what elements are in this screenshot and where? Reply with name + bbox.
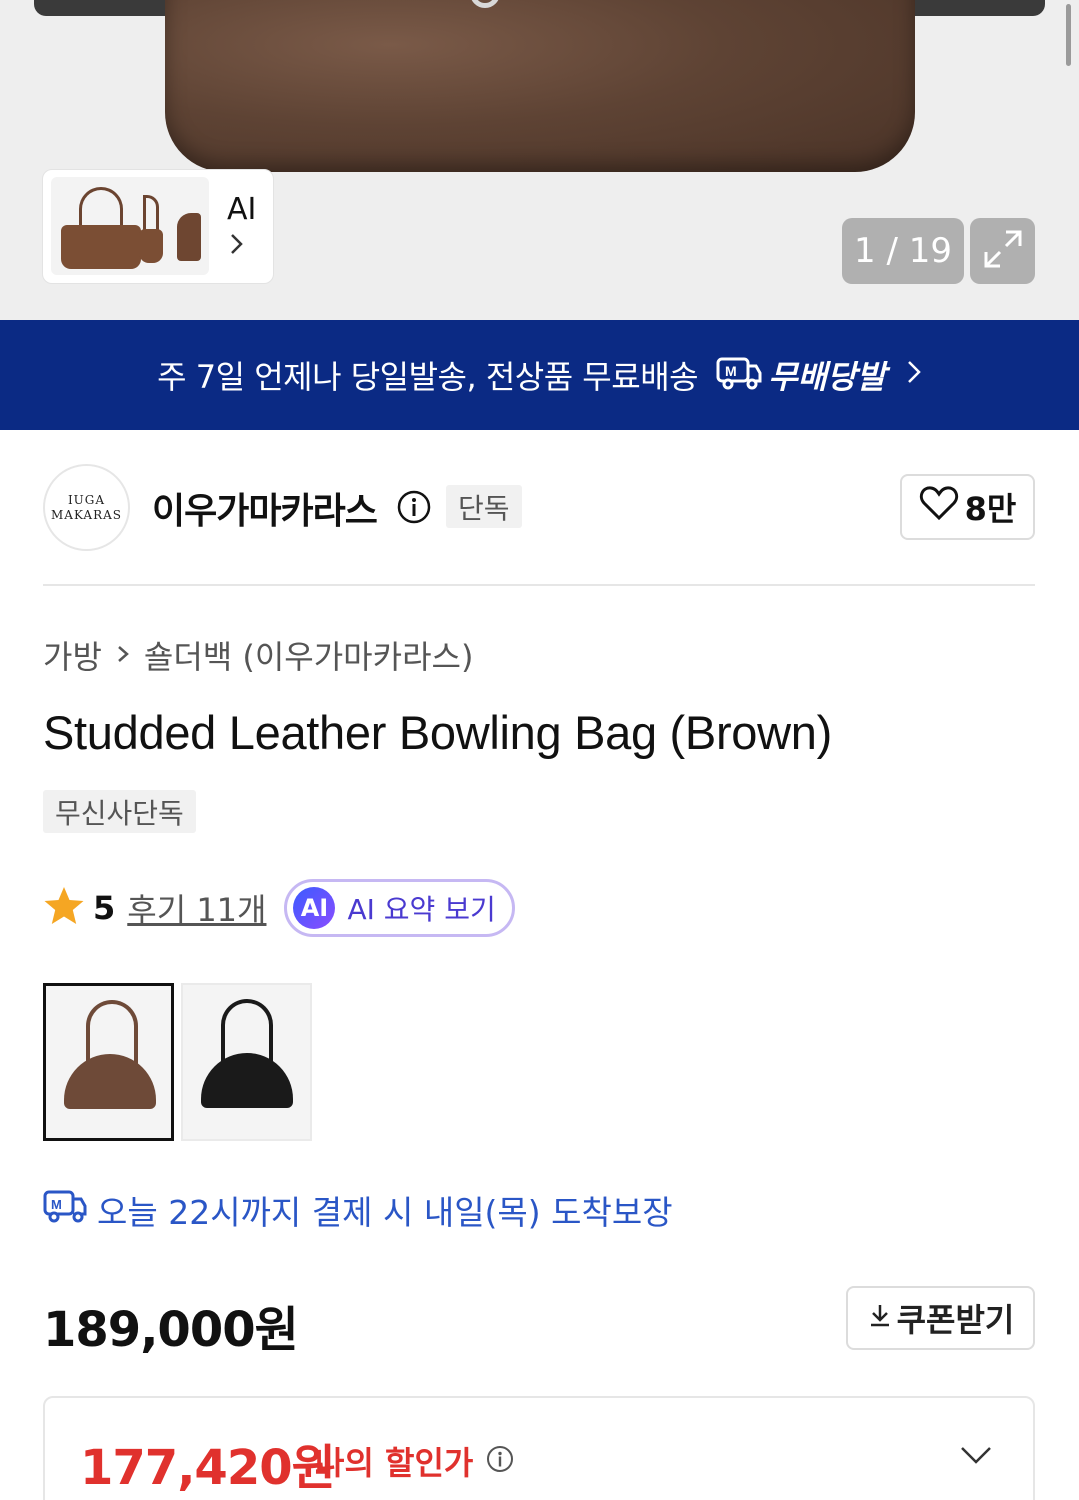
heart-icon <box>919 485 965 529</box>
rating-value: 5 <box>93 889 116 927</box>
bag-body <box>201 1053 293 1108</box>
rating-row: 5 후기 11개 AI AI 요약 보기 <box>43 878 515 938</box>
brand-logo-line1: IUGA <box>67 492 106 507</box>
product-title: Studded Leather Bowling Bag (Brown) <box>43 706 832 759</box>
download-icon <box>867 1299 897 1337</box>
banner-logo: M 무배당발 <box>716 352 886 398</box>
discount-price: 177,420원 <box>80 1440 336 1496</box>
expand-icon <box>982 228 1024 274</box>
m-truck-icon: M <box>43 1189 97 1231</box>
divider <box>43 584 1035 586</box>
free-shipping-banner[interactable]: 주 7일 언제나 당일발송, 전상품 무료배송 M 무배당발 <box>0 320 1079 430</box>
coupon-label: 쿠폰받기 <box>896 1301 1015 1339</box>
chevron-right-icon <box>116 639 130 672</box>
bag-body <box>64 1054 156 1109</box>
like-button[interactable]: 8만 <box>900 474 1035 540</box>
ai-thumbnail-image <box>51 177 209 275</box>
chevron-right-icon <box>229 232 245 263</box>
musinsa-exclusive-badge: 무신사단독 <box>43 790 196 833</box>
review-link[interactable]: 후기 11개 <box>127 885 266 931</box>
image-counter: 1 / 19 <box>842 218 964 284</box>
breadcrumb-subcategory[interactable]: 숄더백 (이우가마카라스) <box>144 632 474 678</box>
expand-button[interactable] <box>970 218 1035 284</box>
my-discount-box[interactable]: 177,420원 나의 할인가 <box>43 1396 1035 1500</box>
delivery-text: 오늘 22시까지 결제 시 내일(목) 도착보장 <box>97 1193 673 1232</box>
like-count: 8만 <box>964 490 1017 528</box>
m-truck-icon: M <box>716 356 762 394</box>
info-icon[interactable] <box>485 1444 515 1478</box>
ai-image-card[interactable]: AI <box>42 169 274 284</box>
chevron-right-icon <box>906 358 922 393</box>
color-option-black[interactable] <box>181 983 312 1141</box>
star-icon <box>43 886 85 930</box>
product-price: 189,000원 <box>43 1302 299 1358</box>
ai-summary-label: AI 요약 보기 <box>347 893 496 926</box>
exclusive-badge: 단독 <box>446 485 522 528</box>
chevron-down-icon[interactable] <box>959 1444 993 1470</box>
bag-clasp <box>470 0 500 8</box>
ai-summary-button[interactable]: AI AI 요약 보기 <box>284 879 515 937</box>
brand-logo[interactable]: IUGA MAKARAS <box>43 464 130 551</box>
color-option-brown[interactable] <box>43 983 174 1141</box>
brand-name[interactable]: 이우가마카라스 <box>152 482 378 534</box>
scrollbar[interactable] <box>1066 4 1071 66</box>
breadcrumb-category[interactable]: 가방 <box>43 632 102 678</box>
banner-text: 주 7일 언제나 당일발송, 전상품 무료배송 <box>157 358 699 396</box>
delivery-guarantee: M 오늘 22시까지 결제 시 내일(목) 도착보장 <box>43 1186 673 1234</box>
svg-text:M: M <box>725 363 737 379</box>
discount-label: 나의 할인가 <box>315 1444 474 1482</box>
ai-badge-icon: AI <box>293 887 336 929</box>
ai-label: AI <box>227 192 257 227</box>
breadcrumb: 가방 숄더백 (이우가마카라스) <box>43 632 473 678</box>
banner-logo-text: 무배당발 <box>768 358 886 396</box>
info-icon[interactable] <box>396 489 432 525</box>
product-image-gallery[interactable]: AI 1 / 19 <box>0 0 1079 320</box>
coupon-button[interactable]: 쿠폰받기 <box>846 1286 1035 1350</box>
product-main-image[interactable] <box>165 0 915 172</box>
brand-logo-line2: MAKARAS <box>50 507 123 522</box>
svg-text:M: M <box>51 1197 62 1212</box>
